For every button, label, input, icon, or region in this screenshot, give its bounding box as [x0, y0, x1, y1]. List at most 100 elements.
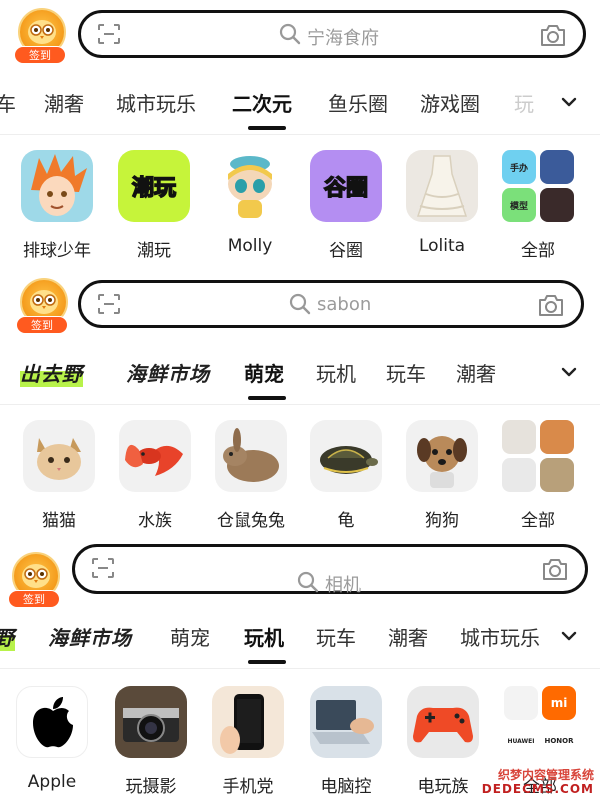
- category-label: 龟: [337, 511, 355, 531]
- active-tab-indicator: [248, 396, 286, 400]
- mini-tile: mi: [542, 686, 576, 720]
- thumb-text: 手办: [509, 163, 528, 174]
- mini-tile: [504, 686, 538, 720]
- search-bar[interactable]: 宁海食府: [78, 10, 586, 58]
- search-icon: [289, 293, 311, 315]
- category-grid: 猫猫 水族 仓鼠兔兔 龟 狗狗 全部: [0, 420, 600, 540]
- tab-seafood-market[interactable]: 海鲜市场: [48, 622, 132, 651]
- lolita-dress-image: [416, 155, 468, 217]
- category-label: 仓鼠兔兔: [217, 511, 285, 531]
- camera-icon[interactable]: [539, 22, 567, 48]
- tab-gadgets[interactable]: 玩机: [316, 358, 356, 387]
- turtle-image: [320, 446, 378, 474]
- anime-boy-image: [31, 154, 87, 216]
- category-label: 全部: [521, 241, 555, 261]
- computer-thumb: [310, 686, 382, 758]
- gamepad-thumb: [407, 686, 479, 758]
- apple-logo-icon: [33, 697, 73, 748]
- category-dogs[interactable]: 狗狗: [394, 420, 490, 531]
- category-label: 手机党: [222, 777, 274, 797]
- molly-figure-image: [228, 156, 272, 218]
- tab-car[interactable]: 车: [0, 88, 16, 117]
- category-label: 谷圈: [329, 241, 363, 261]
- category-photography[interactable]: 玩摄影: [103, 686, 199, 797]
- category-computers[interactable]: 电脑控: [298, 686, 394, 797]
- tab-luxury[interactable]: 潮奢: [388, 622, 428, 651]
- category-molly[interactable]: Molly: [202, 150, 298, 256]
- divider: [0, 668, 600, 669]
- signin-badge[interactable]: 签到: [14, 8, 70, 64]
- search-bar[interactable]: sabon: [78, 280, 584, 328]
- tab-city-fun[interactable]: 城市玩乐: [116, 88, 196, 117]
- mini-tile: [540, 458, 574, 492]
- camera-icon[interactable]: [541, 556, 569, 582]
- tab-acg[interactable]: 二次元: [232, 88, 292, 117]
- mini-tile: 手办: [502, 150, 536, 184]
- tab-cars[interactable]: 玩车: [386, 358, 426, 387]
- category-cats[interactable]: 猫猫: [11, 420, 107, 531]
- tab-pets[interactable]: 萌宠: [170, 622, 210, 651]
- category-trendy-toys[interactable]: 潮玩 潮玩: [106, 150, 202, 261]
- chevron-down-icon[interactable]: [560, 627, 578, 645]
- tab-cars[interactable]: 玩车: [316, 622, 356, 651]
- category-label: 潮玩: [137, 241, 171, 261]
- category-apple[interactable]: Apple: [4, 686, 100, 792]
- divider: [0, 134, 600, 135]
- category-label: 全部: [521, 511, 555, 531]
- category-label: Apple: [27, 772, 77, 792]
- panel-pets: 签到 sabon 出去野 海鲜市场 萌宠 玩机 玩车 潮奢 猫猫 水族 仓鼠兔兔…: [0, 270, 600, 542]
- category-all[interactable]: 手办 模型 全部: [490, 150, 586, 261]
- all-thumb-grid: [502, 420, 574, 492]
- tab-pets[interactable]: 萌宠: [244, 358, 284, 387]
- category-hamster-rabbit[interactable]: 仓鼠兔兔: [203, 420, 299, 531]
- tab-fish[interactable]: 鱼乐圈: [328, 88, 388, 117]
- all-thumb-grid: mi HUAWEI HONOR: [504, 686, 576, 758]
- scan-icon[interactable]: [91, 557, 115, 579]
- tab-seafood-market[interactable]: 海鲜市场: [126, 358, 210, 387]
- category-haikyuu[interactable]: 排球少年: [9, 150, 105, 261]
- signin-badge[interactable]: 签到: [8, 552, 64, 608]
- mini-tile: [540, 420, 574, 454]
- category-turtle[interactable]: 龟: [298, 420, 394, 531]
- category-label: 电脑控: [320, 777, 372, 797]
- chevron-down-icon[interactable]: [560, 93, 578, 111]
- tab-games[interactable]: 游戏圈: [420, 88, 480, 117]
- tab-gadgets[interactable]: 玩机: [244, 622, 284, 651]
- category-all[interactable]: 全部: [490, 420, 586, 531]
- betta-fish-image: [125, 444, 183, 476]
- chevron-down-icon[interactable]: [560, 363, 578, 381]
- tab-more[interactable]: 玩: [514, 88, 534, 117]
- mini-tile: 模型: [502, 188, 536, 222]
- category-goods-circle[interactable]: 谷圈 谷圈: [298, 150, 394, 261]
- thumb-text: 模型: [509, 201, 528, 212]
- apple-thumb: [16, 686, 88, 758]
- category-label: 玩摄影: [125, 777, 177, 797]
- signin-badge[interactable]: 签到: [16, 278, 72, 334]
- tab-outdoor[interactable]: 野: [0, 622, 15, 651]
- watermark: 织梦内容管理系统 DEDECMS.COM: [482, 768, 594, 796]
- tab-luxury[interactable]: 潮奢: [456, 358, 496, 387]
- scan-icon[interactable]: [97, 23, 121, 45]
- camera-icon[interactable]: [537, 292, 565, 318]
- owl-mascot-icon: [28, 20, 56, 44]
- category-label: 狗狗: [425, 511, 459, 531]
- category-gaming[interactable]: 电玩族: [395, 686, 491, 797]
- category-lolita[interactable]: Lolita: [394, 150, 490, 256]
- aquarium-thumb: [119, 420, 191, 492]
- haikyuu-thumb: [21, 150, 93, 222]
- molly-thumb: [214, 150, 286, 222]
- trendy-toys-thumb: 潮玩: [118, 150, 190, 222]
- category-tabs: 车 潮奢 城市玩乐 二次元 鱼乐圈 游戏圈 玩: [0, 78, 600, 138]
- tab-outdoor[interactable]: 出去野: [20, 358, 83, 387]
- search-bar[interactable]: 相机: [72, 544, 588, 596]
- scan-icon[interactable]: [97, 293, 121, 315]
- top-bar: 签到 相机: [0, 542, 600, 608]
- tab-city-fun[interactable]: 城市玩乐: [460, 622, 540, 651]
- tab-luxury[interactable]: 潮奢: [44, 88, 84, 117]
- category-grid: 排球少年 潮玩 潮玩 Molly 谷圈 谷圈 Lolita 手办 模型 全部: [0, 150, 600, 270]
- category-phones[interactable]: 手机党: [200, 686, 296, 797]
- category-label: 电玩族: [417, 777, 469, 797]
- top-bar: 签到 宁海食府: [0, 0, 600, 64]
- category-aquarium[interactable]: 水族: [107, 420, 203, 531]
- category-label: 排球少年: [23, 241, 91, 261]
